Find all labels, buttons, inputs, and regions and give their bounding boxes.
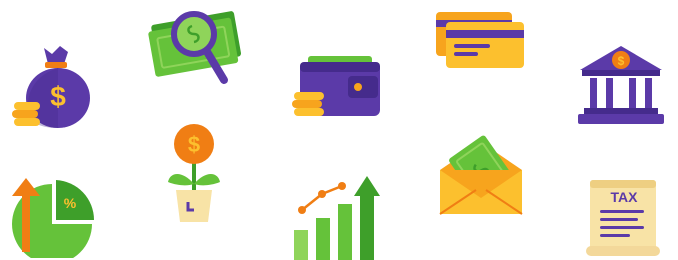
wallet-icon xyxy=(292,56,380,116)
tax-document-icon: TAX xyxy=(586,180,660,256)
bank-dollar-sign: $ xyxy=(618,54,625,68)
money-envelope-icon xyxy=(439,135,523,215)
percent-sign: % xyxy=(64,195,77,211)
money-plant-icon: $ xyxy=(168,124,220,222)
bar-chart-growth-icon xyxy=(294,176,380,260)
tax-label: TAX xyxy=(611,189,639,205)
dollar-sign: $ xyxy=(50,81,66,112)
plant-dollar-sign: $ xyxy=(188,132,200,157)
bank-icon: $ xyxy=(578,46,664,124)
credit-cards-icon xyxy=(436,12,524,68)
icon-set-canvas: $ $ % $ TAX xyxy=(0,0,678,260)
money-magnifier-icon xyxy=(148,11,242,84)
pie-chart-growth-icon: % xyxy=(12,178,95,258)
money-bag-icon: $ xyxy=(12,46,90,128)
